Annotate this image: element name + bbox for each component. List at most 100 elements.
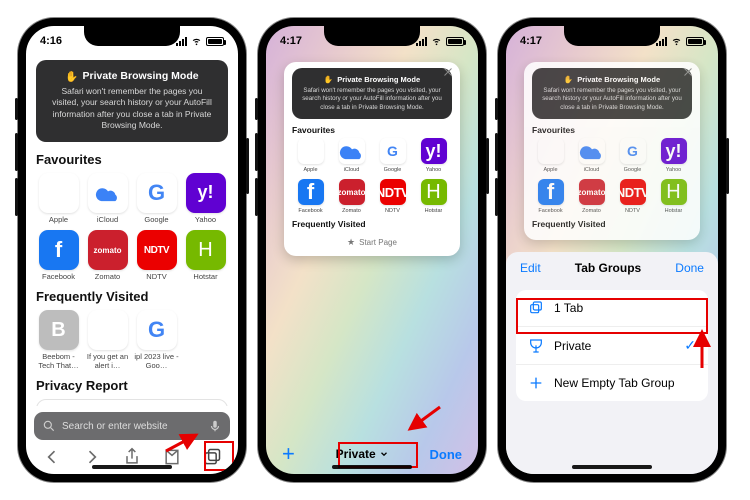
status-time: 4:16	[40, 35, 62, 47]
tab-thumbnail-title: ★Start Page	[292, 237, 452, 248]
icloud-icon	[339, 138, 365, 164]
favourite-yahoo[interactable]: y!Yahoo	[655, 138, 692, 173]
phone-2-screen: 4:17 ✋Private Browsing Mode Safari won't…	[266, 26, 478, 474]
favourite-hotstar[interactable]: HHotstar	[183, 230, 228, 281]
phone-2-frame: 4:17 ✋Private Browsing Mode Safari won't…	[258, 18, 486, 482]
google-icon: G	[620, 138, 646, 164]
tabs-icon[interactable]	[202, 447, 222, 467]
favourite-icloud[interactable]: iCloud	[573, 138, 610, 173]
edit-button[interactable]: Edit	[520, 261, 541, 275]
apple-icon	[538, 138, 564, 164]
hotstar-icon: H	[421, 179, 447, 205]
phone-1-frame: 4:16 ✋Private Browsing Mode Safari won't…	[18, 18, 246, 482]
apple-icon	[88, 310, 128, 350]
yahoo-icon: y!	[186, 173, 226, 213]
facebook-icon: f	[538, 179, 564, 205]
favourite-google[interactable]: GGoogle	[134, 173, 179, 224]
tab-thumbnail[interactable]: ✋Private Browsing Mode Safari won't reme…	[284, 62, 460, 256]
ndtv-icon: NDTV	[137, 230, 177, 270]
favourite-hotstar[interactable]: HHotstar	[415, 179, 452, 214]
wifi-icon	[190, 36, 203, 46]
chevron-down-icon	[379, 449, 389, 459]
done-button[interactable]: Done	[429, 447, 462, 462]
favourite-beebom-tech-that-[interactable]: BBeebom - Tech That…	[36, 310, 81, 370]
facebook-icon: f	[39, 230, 79, 270]
favourite-apple[interactable]: Apple	[36, 173, 81, 224]
tab-group-row-private[interactable]: Private✓	[516, 326, 708, 364]
zomato-icon: zomato	[339, 179, 365, 205]
favourites-heading: Favourites	[36, 152, 228, 167]
favourite-ndtv[interactable]: NDTVNDTV	[374, 179, 411, 214]
tab-group-row-new-empty-tab-group[interactable]: New Empty Tab Group	[516, 364, 708, 401]
favourite-ipl-2023-live-goo-[interactable]: Gipl 2023 live - Goo…	[134, 310, 179, 370]
icloud-icon	[88, 173, 128, 213]
favourite-ndtv[interactable]: NDTVNDTV	[134, 230, 179, 281]
close-icon	[682, 66, 694, 78]
favourite-icloud[interactable]: iCloud	[85, 173, 130, 224]
forward-icon[interactable]	[82, 447, 102, 467]
checkmark-icon: ✓	[684, 337, 696, 354]
status-time: 4:17	[520, 35, 542, 47]
ndtv-icon: NDTV	[620, 179, 646, 205]
tab-thumbnail-dimmed: ✋Private Browsing ModeSafari won't remem…	[524, 62, 700, 240]
google-icon: G	[380, 138, 406, 164]
hotstar-icon: H	[186, 230, 226, 270]
favourite-facebook[interactable]: fFacebook	[292, 179, 329, 214]
letter-b-icon: B	[39, 310, 79, 350]
new-tab-button[interactable]: +	[282, 441, 295, 467]
favourite-zomato[interactable]: zomatoZomato	[573, 179, 610, 214]
privacy-report-heading: Privacy Report	[36, 378, 228, 393]
search-icon	[42, 419, 56, 433]
tab-groups-sheet: Edit Tab Groups Done 1 TabPrivate✓New Em…	[506, 252, 718, 474]
ndtv-icon: NDTV	[380, 179, 406, 205]
icloud-icon	[579, 138, 605, 164]
favourite-yahoo[interactable]: y!Yahoo	[415, 138, 452, 173]
favourite-if-you-get-an-alert-i-[interactable]: If you get an alert i…	[85, 310, 130, 370]
wifi-icon	[670, 36, 683, 46]
google-icon: G	[137, 173, 177, 213]
phone-1-screen: 4:16 ✋Private Browsing Mode Safari won't…	[26, 26, 238, 474]
favourite-zomato[interactable]: zomatoZomato	[85, 230, 130, 281]
hotstar-icon: H	[661, 179, 687, 205]
tab-group-selector[interactable]: Private	[336, 447, 389, 461]
search-placeholder: Search or enter website	[62, 421, 202, 432]
phone-3-frame: 4:17 ✋Private Browsing ModeSafari won't …	[498, 18, 726, 482]
favourite-apple[interactable]: Apple	[532, 138, 569, 173]
hand-icon: ✋	[65, 70, 78, 83]
frequently-visited-heading: Frequently Visited	[36, 289, 228, 304]
google-icon: G	[137, 310, 177, 350]
done-button[interactable]: Done	[675, 261, 704, 275]
favourite-yahoo[interactable]: y!Yahoo	[183, 173, 228, 224]
favourite-ndtv[interactable]: NDTVNDTV	[614, 179, 651, 214]
favourite-google[interactable]: GGoogle	[614, 138, 651, 173]
favourite-icloud[interactable]: iCloud	[333, 138, 370, 173]
hand-icon: ✋	[324, 75, 333, 84]
phone-3-screen: 4:17 ✋Private Browsing ModeSafari won't …	[506, 26, 718, 474]
address-bar[interactable]: Search or enter website	[34, 412, 230, 440]
share-icon[interactable]	[122, 447, 142, 467]
favourite-google[interactable]: GGoogle	[374, 138, 411, 173]
tab-group-row-1-tab[interactable]: 1 Tab	[516, 290, 708, 326]
status-time: 4:17	[280, 35, 302, 47]
facebook-icon: f	[298, 179, 324, 205]
zomato-icon: zomato	[579, 179, 605, 205]
favourite-facebook[interactable]: fFacebook	[36, 230, 81, 281]
private-browsing-banner: ✋Private Browsing Mode Safari won't reme…	[36, 60, 228, 142]
wifi-icon	[430, 36, 443, 46]
sheet-title: Tab Groups	[575, 261, 641, 275]
bookmarks-icon[interactable]	[162, 447, 182, 467]
close-icon[interactable]	[442, 66, 454, 78]
favourite-facebook[interactable]: fFacebook	[532, 179, 569, 214]
favourite-hotstar[interactable]: HHotstar	[655, 179, 692, 214]
favourite-apple[interactable]: Apple	[292, 138, 329, 173]
private-browsing-banner: ✋Private Browsing Mode Safari won't reme…	[292, 68, 452, 119]
apple-icon	[298, 138, 324, 164]
yahoo-icon: y!	[421, 138, 447, 164]
zomato-icon: zomato	[88, 230, 128, 270]
privacy-report-card: Safari does not keep cross-site tracker	[36, 399, 228, 406]
apple-icon	[39, 173, 79, 213]
yahoo-icon: y!	[661, 138, 687, 164]
favourite-zomato[interactable]: zomatoZomato	[333, 179, 370, 214]
back-icon[interactable]	[42, 447, 62, 467]
mic-icon[interactable]	[208, 419, 222, 433]
